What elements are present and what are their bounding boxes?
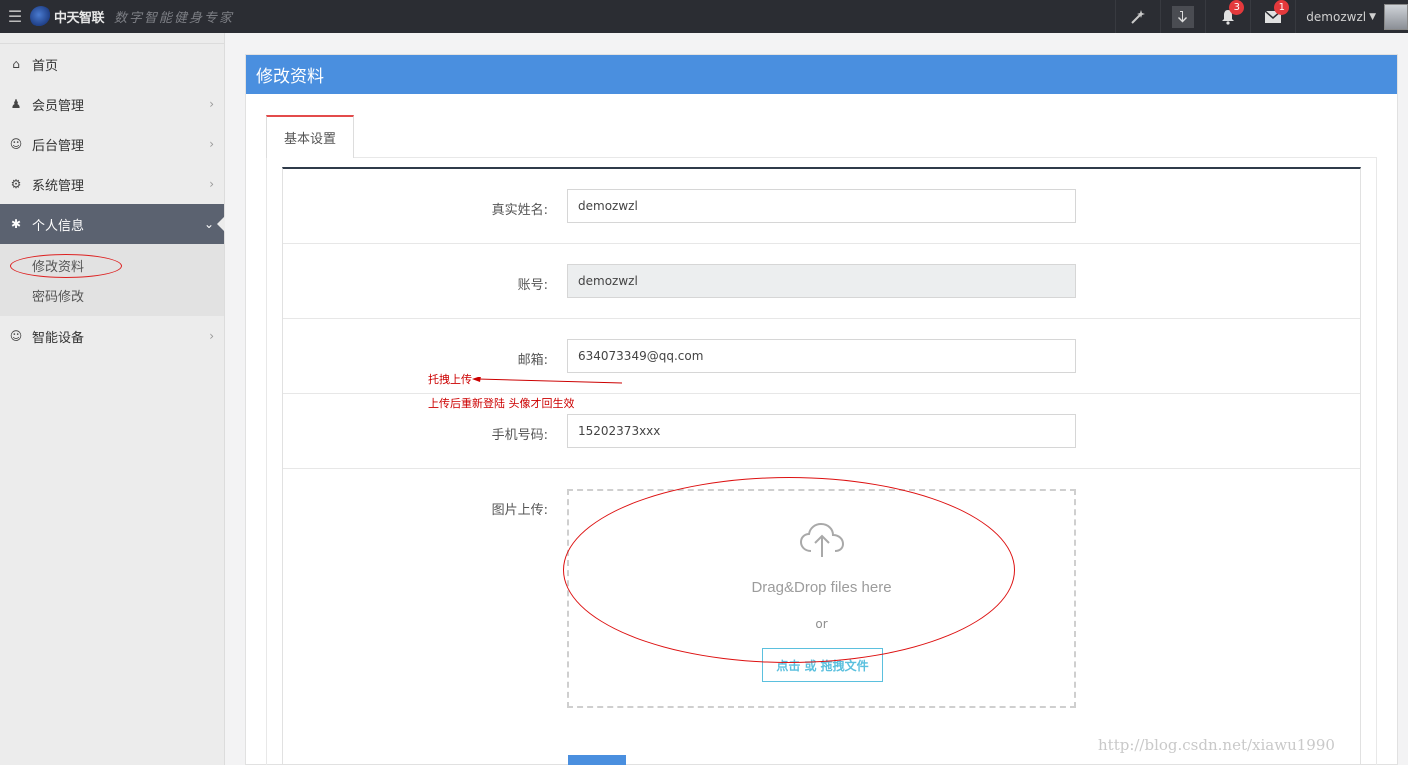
- annotation-drag-upload: 托拽上传: [428, 373, 472, 386]
- watermark: http://blog.csdn.net/xiawu1990: [1098, 736, 1335, 754]
- avatar[interactable]: [1384, 3, 1408, 30]
- user-menu[interactable]: demozwzl ▼: [1295, 0, 1408, 33]
- sidebar-item-label: 系统管理: [32, 178, 85, 194]
- asterisk-icon: ✱: [10, 217, 22, 231]
- magic-wand-icon[interactable]: [1115, 0, 1160, 33]
- logo: 中天智联 数字智能健身专家: [30, 0, 234, 33]
- messages-badge: 1: [1274, 0, 1290, 15]
- page-title: 修改资料: [246, 55, 1397, 94]
- sidebar-item-admin[interactable]: ☺ 后台管理 ›: [0, 124, 224, 164]
- image-upload-label: 图片上传:: [491, 503, 548, 518]
- real-name-label: 真实姓名:: [491, 203, 548, 218]
- chevron-right-icon: ›: [209, 177, 214, 191]
- logo-slogan: 数字智能健身专家: [114, 11, 235, 26]
- chevron-right-icon: ›: [209, 329, 214, 343]
- form-row-account: 账号:: [283, 244, 1360, 319]
- user-tie-icon: ♟: [10, 97, 22, 111]
- sidebar-item-label: 首页: [32, 58, 59, 74]
- download-icon: [1172, 5, 1195, 28]
- email-input[interactable]: [567, 339, 1076, 373]
- sidebar-subitem-edit-profile[interactable]: 修改资料: [0, 250, 224, 280]
- sidebar-item-home[interactable]: ⌂ 首页: [0, 44, 224, 84]
- annotation-arrow: [472, 377, 622, 384]
- logo-name: 中天智联: [54, 11, 105, 26]
- notifications-badge: 3: [1229, 0, 1245, 15]
- top-bar: ☰ 中天智联 数字智能健身专家 3 1 demozwzl ▼: [0, 0, 1408, 33]
- main-panel: 修改资料 基本设置 真实姓名: 账号: 邮箱: 手机号码: 图片上传:: [245, 54, 1398, 765]
- gears-icon: ⚙: [10, 177, 22, 191]
- messages-button[interactable]: 1: [1250, 0, 1295, 33]
- chevron-right-icon: ›: [209, 97, 214, 111]
- sidebar-item-label: 智能设备: [32, 330, 85, 346]
- sidebar-item-members[interactable]: ♟ 会员管理 ›: [0, 84, 224, 124]
- tab-basic-settings[interactable]: 基本设置: [266, 115, 354, 158]
- sidebar-item-system[interactable]: ⚙ 系统管理 ›: [0, 164, 224, 204]
- username: demozwzl: [1306, 9, 1367, 24]
- annotation-ellipse: [563, 477, 1015, 663]
- annotation-circle: [10, 254, 122, 278]
- chevron-right-icon: ›: [209, 137, 214, 151]
- sidebar-subitem-change-password[interactable]: 密码修改: [0, 280, 224, 310]
- home-icon: ⌂: [12, 57, 20, 71]
- email-label: 邮箱:: [517, 353, 548, 368]
- profile-submenu: 修改资料 密码修改: [0, 244, 224, 316]
- download-button[interactable]: [1160, 0, 1205, 33]
- sidebar-item-label: 个人信息: [32, 218, 85, 234]
- caret-down-icon: ▼: [1369, 11, 1376, 22]
- sidebar-item-devices[interactable]: ☺ 智能设备 ›: [0, 316, 224, 356]
- profile-form: 真实姓名: 账号: 邮箱: 手机号码: 图片上传: Drag&Drop file…: [282, 167, 1361, 765]
- sidebar-subitem-label: 密码修改: [32, 289, 85, 305]
- account-label: 账号:: [517, 278, 548, 293]
- phone-label: 手机号码:: [491, 428, 548, 443]
- sidebar-item-label: 后台管理: [32, 138, 85, 154]
- smile-icon: ☺: [9, 329, 23, 343]
- phone-input[interactable]: [567, 414, 1076, 448]
- sidebar-item-profile[interactable]: ✱ 个人信息 ⌄: [0, 204, 225, 244]
- account-input: [567, 264, 1076, 298]
- sidebar-item-label: 会员管理: [32, 98, 85, 114]
- annotation-relogin-note: 上传后重新登陆 头像才回生效: [428, 397, 575, 410]
- notifications-button[interactable]: 3: [1205, 0, 1250, 33]
- submit-button[interactable]: [568, 755, 626, 765]
- logo-mark-icon: [30, 5, 52, 28]
- form-row-real-name: 真实姓名:: [283, 169, 1360, 244]
- top-right-tools: 3 1 demozwzl ▼: [1115, 0, 1408, 33]
- sidebar: ⌂ 首页 ♟ 会员管理 › ☺ 后台管理 › ⚙ 系统管理 › ✱ 个人信息 ⌄…: [0, 33, 225, 765]
- users-icon: ☺: [9, 137, 23, 151]
- chevron-down-icon: ⌄: [203, 217, 214, 231]
- real-name-input[interactable]: [567, 189, 1076, 223]
- menu-toggle-icon[interactable]: ☰: [0, 0, 30, 33]
